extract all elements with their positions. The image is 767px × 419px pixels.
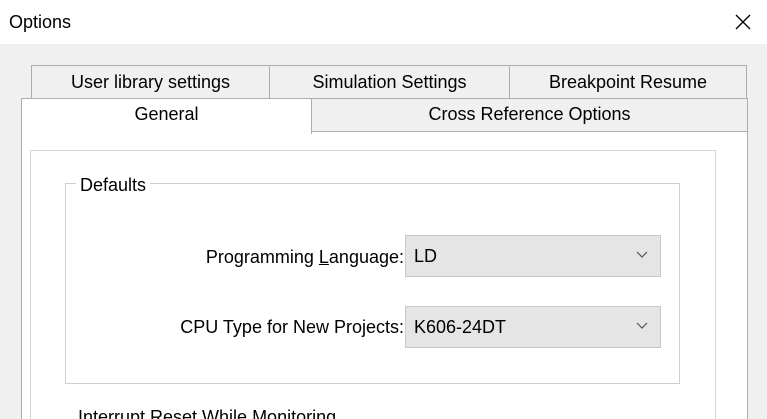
select-value: LD <box>414 246 438 266</box>
cpu-type-select[interactable]: K606-24DT <box>405 306 661 348</box>
tab-label: General <box>134 104 199 124</box>
tab-breakpoint-resume[interactable]: Breakpoint Resume <box>509 65 747 99</box>
tab-general[interactable]: General <box>21 98 312 134</box>
select-value: K606-24DT <box>414 317 507 337</box>
tab-label: Simulation Settings <box>312 72 467 92</box>
close-button[interactable] <box>719 0 767 44</box>
programming-language-label: Programming Language: <box>206 246 404 268</box>
tab-label: Breakpoint Resume <box>548 72 708 92</box>
tab-simulation-settings[interactable]: Simulation Settings <box>269 65 510 99</box>
close-icon <box>735 14 751 30</box>
tab-user-library-settings[interactable]: User library settings <box>31 65 270 99</box>
tab-cross-reference-options[interactable]: Cross Reference Options <box>311 98 748 132</box>
interrupt-reset-label: Interrupt Reset While Monitoring <box>78 407 337 419</box>
defaults-group-title: Defaults <box>76 174 151 196</box>
label-text: Programming <box>205 247 319 267</box>
title-bar: Options <box>0 0 767 44</box>
defaults-groupbox <box>65 183 680 384</box>
window-title: Options <box>9 12 72 32</box>
programming-language-select[interactable]: LD <box>405 235 661 277</box>
label-text: anguage: <box>328 247 404 267</box>
tab-label: User library settings <box>70 72 231 92</box>
cpu-type-label: CPU Type for New Projects: <box>180 317 404 337</box>
chevron-down-icon <box>636 322 648 329</box>
access-key: L <box>318 247 329 267</box>
options-dialog: Options User library settings Simulation… <box>0 0 767 419</box>
tab-label: Cross Reference Options <box>428 104 631 124</box>
chevron-down-icon <box>636 251 648 258</box>
